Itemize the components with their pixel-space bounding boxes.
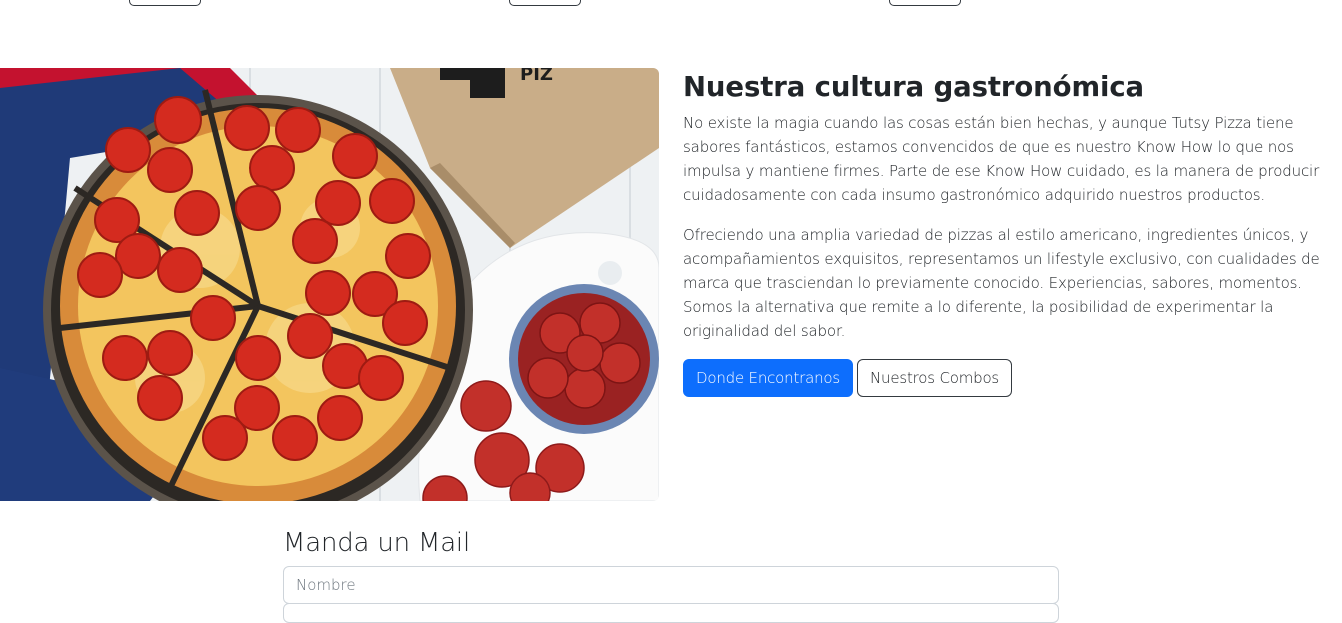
about-title: Nuestra cultura gastronómica: [683, 71, 1144, 103]
about-paragraph-1: No existe la magia cuando las cosas está…: [683, 114, 1320, 204]
email-input[interactable]: [283, 603, 1059, 623]
about-section: Nuestra cultura gastronómica No existe l…: [683, 68, 1342, 397]
name-input[interactable]: [283, 566, 1059, 604]
pizza-image: PIZ: [0, 68, 659, 501]
mail-title: Manda un Mail: [283, 528, 470, 558]
about-paragraph-2: Ofreciendo una amplia variedad de pizzas…: [683, 226, 1320, 340]
card-button[interactable]: [509, 0, 581, 6]
card-button[interactable]: [889, 0, 961, 6]
nuestros-combos-button[interactable]: Nuestros Combos: [857, 359, 1013, 397]
card-button[interactable]: [129, 0, 201, 6]
svg-text:PIZ: PIZ: [520, 68, 553, 85]
donde-encontranos-button[interactable]: Donde Encontranos: [683, 359, 854, 397]
about-buttons: Donde Encontranos Nuestros Combos: [683, 359, 1342, 397]
mail-form: Manda un Mail: [283, 527, 1059, 623]
